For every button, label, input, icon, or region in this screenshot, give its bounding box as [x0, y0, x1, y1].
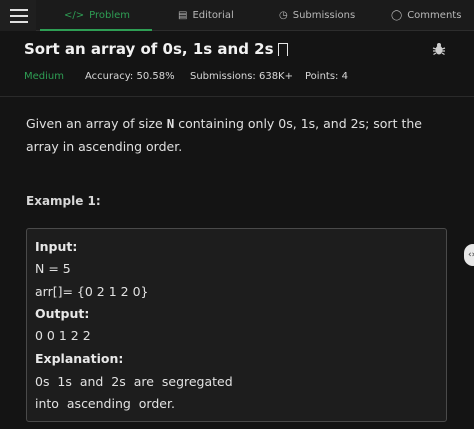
- chevron-left-icon: ‹›: [468, 250, 474, 260]
- output-value: 0 0 1 2 2: [35, 328, 91, 343]
- tab-comments-label: Comments: [407, 10, 462, 21]
- difficulty-badge: Medium: [24, 71, 64, 82]
- problem-title-text: Sort an array of 0s, 1s and 2s: [24, 40, 274, 58]
- tab-submissions[interactable]: ◷ Submissions: [279, 0, 355, 31]
- tab-problem-label: Problem: [89, 10, 131, 21]
- example-box: Input: N = 5 arr[]= {0 2 1 2 0} Output: …: [26, 228, 447, 422]
- tab-editorial[interactable]: ▤ Editorial: [178, 0, 234, 31]
- points-stat: Points: 4: [305, 71, 348, 82]
- bookmark-icon[interactable]: [277, 42, 288, 57]
- problem-statement: Given an array of size N containing only…: [26, 112, 456, 158]
- panel-resize-handle[interactable]: ‹›: [464, 244, 474, 266]
- explanation-line-2: into ascending order.: [35, 396, 175, 411]
- tab-problem[interactable]: </> Problem: [64, 0, 130, 31]
- explanation-label: Explanation:: [35, 351, 124, 366]
- problem-tabbar: </> Problem ▤ Editorial ◷ Submissions ◯ …: [0, 0, 474, 31]
- tab-submissions-label: Submissions: [292, 10, 356, 21]
- clock-icon: ◷: [279, 9, 288, 21]
- statement-text-1: Given an array of size: [26, 116, 167, 131]
- tab-comments[interactable]: ◯ Comments: [391, 0, 461, 31]
- comment-icon: ◯: [391, 9, 403, 21]
- menu-button[interactable]: [0, 0, 36, 31]
- code-icon: </>: [64, 9, 85, 21]
- document-icon: ▤: [178, 9, 188, 21]
- input-line-2: arr[]= {0 2 1 2 0}: [35, 284, 149, 299]
- explanation-line-1: 0s 1s and 2s are segregated: [35, 374, 233, 389]
- example-heading: Example 1:: [26, 194, 101, 208]
- output-label: Output:: [35, 306, 90, 321]
- active-tab-indicator: [40, 29, 152, 31]
- problem-title: Sort an array of 0s, 1s and 2s: [24, 40, 288, 58]
- tab-editorial-label: Editorial: [192, 10, 234, 21]
- bug-icon[interactable]: [432, 42, 446, 60]
- input-line-1: N = 5: [35, 261, 71, 276]
- accuracy-stat: Accuracy: 50.58%: [85, 71, 175, 82]
- input-label: Input:: [35, 239, 78, 254]
- header-divider: [0, 96, 474, 97]
- submissions-stat: Submissions: 638K+: [190, 71, 293, 82]
